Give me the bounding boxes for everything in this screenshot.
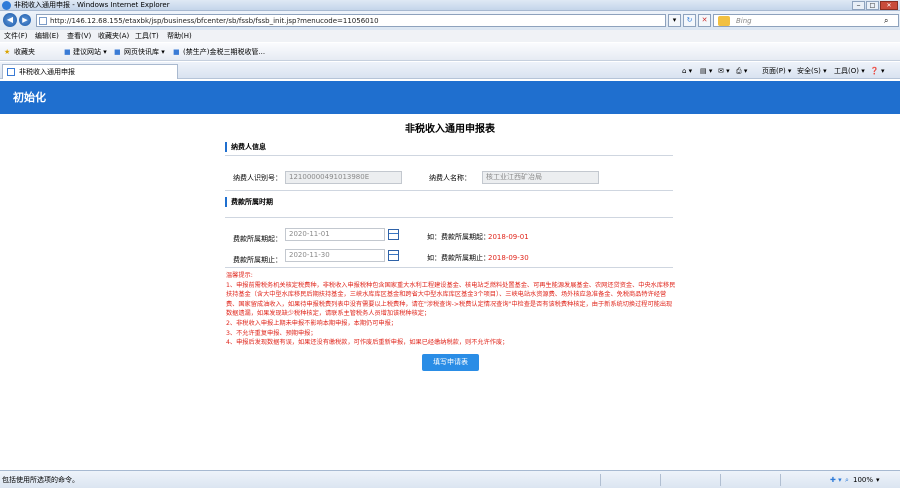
- tab-bar: 非税收入通用申报 ⌂ ▾ ▤ ▾ ✉ ▾ ⎙ ▾ 页面(P) ▾ 安全(S) ▾…: [0, 62, 900, 79]
- status-divider: [720, 474, 721, 486]
- status-divider: [600, 474, 601, 486]
- ie-logo-icon: [2, 1, 11, 10]
- favorites-bar: ★ 收藏夹 ■ 建议网站 ▾ ■ 网页快讯库 ▾ ■ (禁生产)金税三期税收管.…: [0, 43, 900, 61]
- address-toolbar: ◀ ▶ http://146.12.68.155/etaxbk/jsp/busi…: [0, 11, 900, 30]
- home-icon[interactable]: ⌂ ▾: [682, 66, 692, 76]
- help-menu-icon[interactable]: ❓ ▾: [870, 66, 884, 76]
- forward-button[interactable]: ▶: [19, 14, 31, 26]
- search-placeholder: Bing: [736, 17, 752, 25]
- example-start-label: 如：费款所属期起：: [427, 233, 490, 241]
- page-header-title: 初始化: [13, 91, 46, 104]
- stop-icon[interactable]: ✕: [698, 14, 711, 27]
- notice-title: 温馨提示:: [226, 272, 253, 279]
- period-section-title: 费款所属时期: [225, 197, 273, 207]
- menu-tools[interactable]: 工具(T): [135, 31, 159, 41]
- favorites-button[interactable]: 收藏夹: [14, 47, 35, 57]
- address-field[interactable]: http://146.12.68.155/etaxbk/jsp/business…: [36, 14, 666, 27]
- url-text: http://146.12.68.155/etaxbk/jsp/business…: [50, 17, 379, 25]
- period-end-label: 费款所属期止：: [233, 256, 282, 264]
- notice-box: 温馨提示: 1、申报前需税务机关核定税费种，非税收入申报税种包含国家重大水利工程…: [226, 271, 676, 348]
- zoom-level[interactable]: 100%: [853, 475, 873, 485]
- status-text: 包括使用所选项的命令。: [2, 476, 79, 484]
- tools-menu[interactable]: 工具(O) ▾: [834, 66, 865, 76]
- print-icon[interactable]: ⎙ ▾: [736, 66, 747, 76]
- example-end-value: 2018-09-30: [488, 254, 529, 262]
- section-divider: [225, 217, 673, 218]
- suggested-sites-link[interactable]: 建议网站 ▾: [73, 47, 107, 57]
- minimize-button[interactable]: ‒: [852, 1, 865, 10]
- safety-menu[interactable]: 安全(S) ▾: [797, 66, 827, 76]
- notice-line: 4、申报后发现数据有误，如果还没有缴税款，可作废后重新申报，如果已经缴纳税款，则…: [226, 339, 509, 347]
- suggested-sites-icon: ■: [64, 48, 71, 56]
- tab-label: 非税收入通用申报: [19, 68, 75, 76]
- back-button[interactable]: ◀: [3, 13, 17, 27]
- example-end-label: 如：费款所属期止：: [427, 254, 490, 262]
- status-divider: [780, 474, 781, 486]
- protected-mode-icon[interactable]: ✚ ▾: [830, 475, 842, 485]
- window-title-bar: 非税收入通用申报 - Windows Internet Explorer ‒ □…: [0, 0, 900, 11]
- tab-page-icon: [7, 68, 15, 76]
- refresh-icon[interactable]: ↻: [683, 14, 696, 27]
- taxpayer-name-label: 纳费人名称：: [429, 174, 471, 182]
- example-start-value: 2018-09-01: [488, 233, 529, 241]
- page-link-icon: ■: [173, 48, 180, 56]
- calendar-icon[interactable]: [388, 229, 399, 240]
- menu-edit[interactable]: 编辑(E): [35, 31, 59, 41]
- feeds-icon[interactable]: ▤ ▾: [700, 66, 712, 76]
- page-icon: [39, 17, 47, 25]
- period-start-label: 费款所属期起：: [233, 235, 282, 243]
- menu-view[interactable]: 查看(V): [67, 31, 91, 41]
- page-header: 初始化: [0, 81, 900, 114]
- menu-bar: 文件(F) 编辑(E) 查看(V) 收藏夹(A) 工具(T) 帮助(H): [0, 30, 900, 42]
- section-divider: [225, 155, 673, 156]
- notice-line: 2、非税收入申报上期未申报不影响本期申报，本期仍可申报；: [226, 319, 397, 327]
- search-icon[interactable]: ⌕: [884, 16, 888, 26]
- taxpayer-name-field[interactable]: 核工业江西矿冶局: [482, 171, 599, 184]
- window-title: 非税收入通用申报 - Windows Internet Explorer: [14, 1, 170, 9]
- zoom-icon: ⌕: [845, 476, 849, 484]
- maximize-button[interactable]: □: [866, 1, 879, 10]
- mail-icon[interactable]: ✉ ▾: [718, 66, 730, 76]
- taxpayer-section-title: 纳费人信息: [225, 142, 266, 152]
- close-window-button[interactable]: ✕: [880, 1, 898, 10]
- web-slice-gallery-link[interactable]: 网页快讯库 ▾: [124, 47, 165, 57]
- form-title: 非税收入通用申报表: [405, 124, 495, 135]
- menu-file[interactable]: 文件(F): [4, 31, 28, 41]
- section-divider: [225, 267, 673, 268]
- taxpayer-id-field[interactable]: 12100000491013980E: [285, 171, 402, 184]
- fill-application-button[interactable]: 填写申请表: [422, 354, 479, 371]
- dropdown-arrow-icon[interactable]: ▾: [668, 14, 681, 27]
- bing-logo-icon: [718, 16, 730, 26]
- status-divider: [660, 474, 661, 486]
- period-end-input[interactable]: 2020-11-30: [285, 249, 385, 262]
- menu-favorites[interactable]: 收藏夹(A): [98, 31, 129, 41]
- status-bar: 包括使用所选项的命令。 ✚ ▾ ⌕ 100% ▾: [0, 470, 900, 488]
- favorite-link[interactable]: (禁生产)金税三期税收管...: [183, 47, 265, 57]
- notice-line: 1、申报前需税务机关核定税费种，非税收入申报税种包含国家重大水利工程建设基金、核…: [226, 281, 676, 318]
- calendar-icon[interactable]: [388, 250, 399, 261]
- favorites-star-icon: ★: [4, 48, 11, 56]
- section-divider: [225, 190, 673, 191]
- taxpayer-id-label: 纳费人识别号：: [233, 174, 282, 182]
- page-menu[interactable]: 页面(P) ▾: [762, 66, 791, 76]
- web-slice-icon: ■: [114, 48, 121, 56]
- menu-help[interactable]: 帮助(H): [167, 31, 192, 41]
- tab-current[interactable]: 非税收入通用申报: [2, 64, 178, 79]
- period-start-input[interactable]: 2020-11-01: [285, 228, 385, 241]
- search-field[interactable]: Bing ⌕: [713, 14, 899, 27]
- zoom-dropdown-icon[interactable]: ▾: [876, 475, 880, 485]
- notice-line: 3、不允许重复申报、预期申报；: [226, 329, 317, 337]
